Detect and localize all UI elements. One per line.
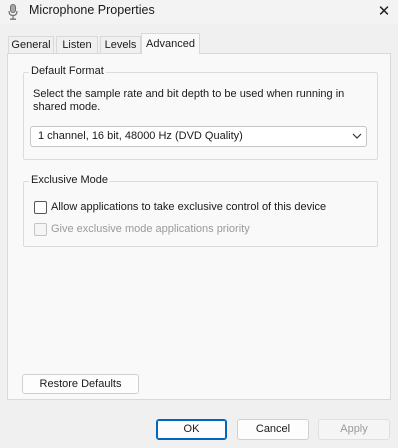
- exclusive-priority-label: Give exclusive mode applications priorit…: [51, 223, 250, 235]
- exclusive-mode-title: Exclusive Mode: [29, 174, 111, 186]
- tab-general[interactable]: General: [8, 36, 54, 53]
- default-format-description: Select the sample rate and bit depth to …: [33, 88, 345, 113]
- default-format-dropdown[interactable]: 1 channel, 16 bit, 48000 Hz (DVD Quality…: [30, 126, 367, 147]
- apply-button: Apply: [318, 419, 390, 440]
- restore-defaults-label: Restore Defaults: [39, 378, 122, 390]
- allow-exclusive-checkbox[interactable]: [34, 201, 47, 214]
- tab-levels[interactable]: Levels: [100, 36, 141, 53]
- close-button[interactable]: ✕: [370, 0, 398, 22]
- restore-defaults-button[interactable]: Restore Defaults: [22, 374, 139, 394]
- chevron-down-icon: [352, 129, 362, 143]
- tab-label: Advanced: [146, 38, 195, 50]
- cancel-button[interactable]: Cancel: [237, 419, 309, 440]
- exclusive-mode-group: [23, 181, 378, 247]
- tab-label: Listen: [62, 39, 92, 51]
- ok-button[interactable]: OK: [156, 419, 227, 440]
- allow-exclusive-label[interactable]: Allow applications to take exclusive con…: [51, 201, 326, 213]
- default-format-title: Default Format: [29, 65, 106, 77]
- tab-listen[interactable]: Listen: [56, 36, 98, 53]
- tab-label: Levels: [104, 39, 137, 51]
- apply-label: Apply: [340, 423, 368, 435]
- default-format-selected: 1 channel, 16 bit, 48000 Hz (DVD Quality…: [38, 130, 243, 142]
- window-title: Microphone Properties: [29, 3, 155, 17]
- exclusive-priority-checkbox: [34, 223, 47, 236]
- close-icon: ✕: [377, 3, 391, 20]
- tab-advanced[interactable]: Advanced: [141, 33, 200, 54]
- microphone-icon: [6, 3, 20, 21]
- tab-label: General: [11, 39, 51, 51]
- ok-label: OK: [183, 423, 200, 435]
- cancel-label: Cancel: [255, 423, 291, 435]
